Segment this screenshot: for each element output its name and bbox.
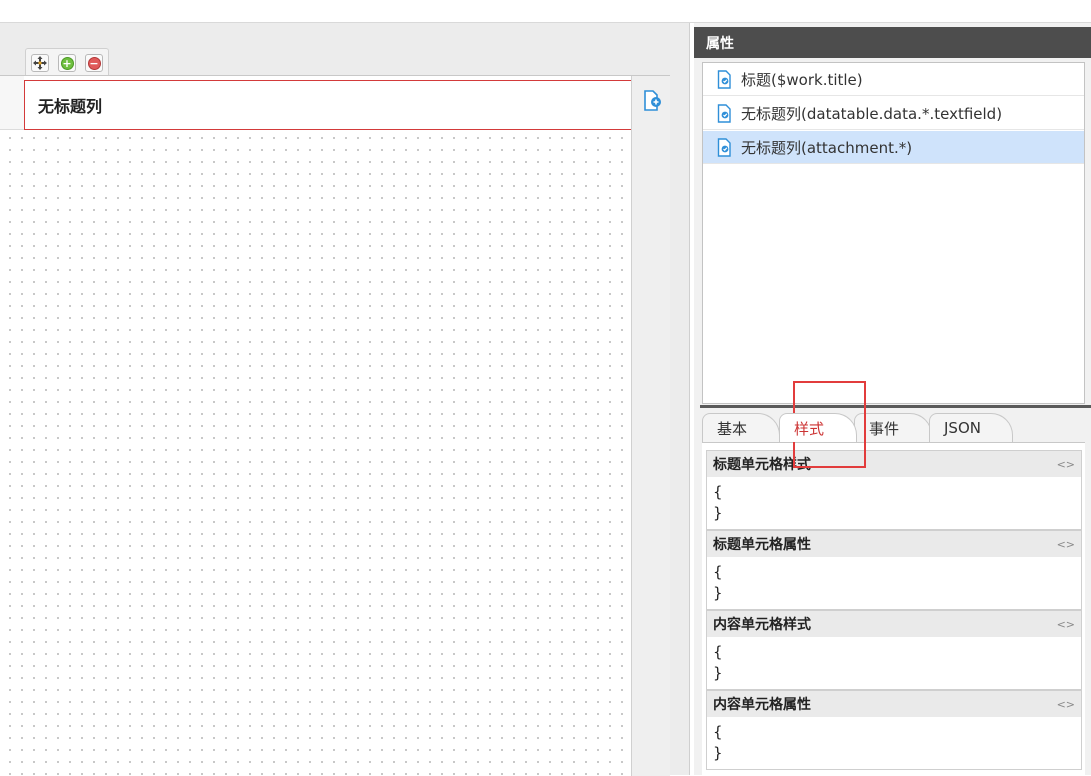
property-tabs: 基本 样式 事件 JSON [702,413,1085,442]
section-title: 标题单元格属性 [713,537,811,553]
form-frame: 无标题列 [0,75,670,776]
json-editor[interactable]: { } [707,637,1081,684]
section-title: 内容单元格样式 [713,617,811,633]
tab-basic[interactable]: 基本 [702,413,780,442]
tree-item-selected[interactable]: 无标题列(attachment.*) [703,131,1084,164]
panel-header: 属性 [694,27,1091,58]
json-open-brace: { [713,563,723,581]
style-section: 标题单元格属性 <> { } [706,530,1082,610]
design-canvas[interactable] [0,130,631,776]
tree-item-label: 标题($work.title) [741,70,863,89]
add-column-icon[interactable] [643,90,663,112]
title-cell-text: 无标题列 [38,97,103,116]
add-icon: + [60,56,74,70]
json-close-brace: } [713,744,723,762]
top-bar [0,0,1091,23]
element-tree: 标题($work.title) 无标题列(datatable.data.*.te… [702,62,1085,404]
tab-label: 样式 [794,419,825,438]
remove-button[interactable]: − [85,54,103,72]
design-area: + − 无标题列 [0,23,689,776]
style-tab-content: 标题单元格样式 <> { } 标题单元格属性 <> { } 内容单元格样式 <> [702,442,1085,775]
tab-label: JSON [944,419,981,437]
title-cell[interactable]: 无标题列 [24,80,632,130]
column-side-strip [631,76,670,776]
code-toggle-icon[interactable]: <> [1057,538,1075,551]
section-header[interactable]: 内容单元格样式 <> [707,611,1081,637]
move-icon [33,56,47,70]
tree-item[interactable]: 无标题列(datatable.data.*.textfield) [703,97,1084,130]
tree-item[interactable]: 标题($work.title) [703,63,1084,96]
code-toggle-icon[interactable]: <> [1057,698,1075,711]
tree-item-label: 无标题列(attachment.*) [741,138,913,157]
tab-style[interactable]: 样式 [779,413,857,442]
remove-icon: − [87,56,101,70]
json-editor[interactable]: { } [707,557,1081,604]
json-editor[interactable]: { } [707,477,1081,524]
properties-panel: 属性 标题($work.title) 无标题列(datatable.data.*… [694,23,1091,775]
tab-label: 基本 [717,419,748,438]
element-toolbox: + − [25,48,109,75]
json-close-brace: } [713,504,723,522]
row-handle[interactable] [0,76,24,130]
section-header[interactable]: 内容单元格属性 <> [707,691,1081,717]
style-section: 内容单元格样式 <> { } [706,610,1082,690]
section-header[interactable]: 标题单元格样式 <> [707,451,1081,477]
json-open-brace: { [713,483,723,501]
move-button[interactable] [31,54,49,72]
file-icon [717,137,731,157]
file-icon [717,103,731,123]
json-editor[interactable]: { } [707,717,1081,764]
tab-json[interactable]: JSON [929,413,1013,442]
section-title: 内容单元格属性 [713,697,811,713]
tree-item-label: 无标题列(datatable.data.*.textfield) [741,104,1003,123]
tab-divider[interactable] [700,405,1091,408]
style-section: 标题单元格样式 <> { } [706,450,1082,530]
file-icon [717,69,731,89]
json-open-brace: { [713,643,723,661]
code-toggle-icon[interactable]: <> [1057,618,1075,631]
json-close-brace: } [713,664,723,682]
style-section: 内容单元格属性 <> { } [706,690,1082,770]
json-close-brace: } [713,584,723,602]
json-open-brace: { [713,723,723,741]
tab-label: 事件 [869,419,900,438]
code-toggle-icon[interactable]: <> [1057,458,1075,471]
section-header[interactable]: 标题单元格属性 <> [707,531,1081,557]
add-button[interactable]: + [58,54,76,72]
